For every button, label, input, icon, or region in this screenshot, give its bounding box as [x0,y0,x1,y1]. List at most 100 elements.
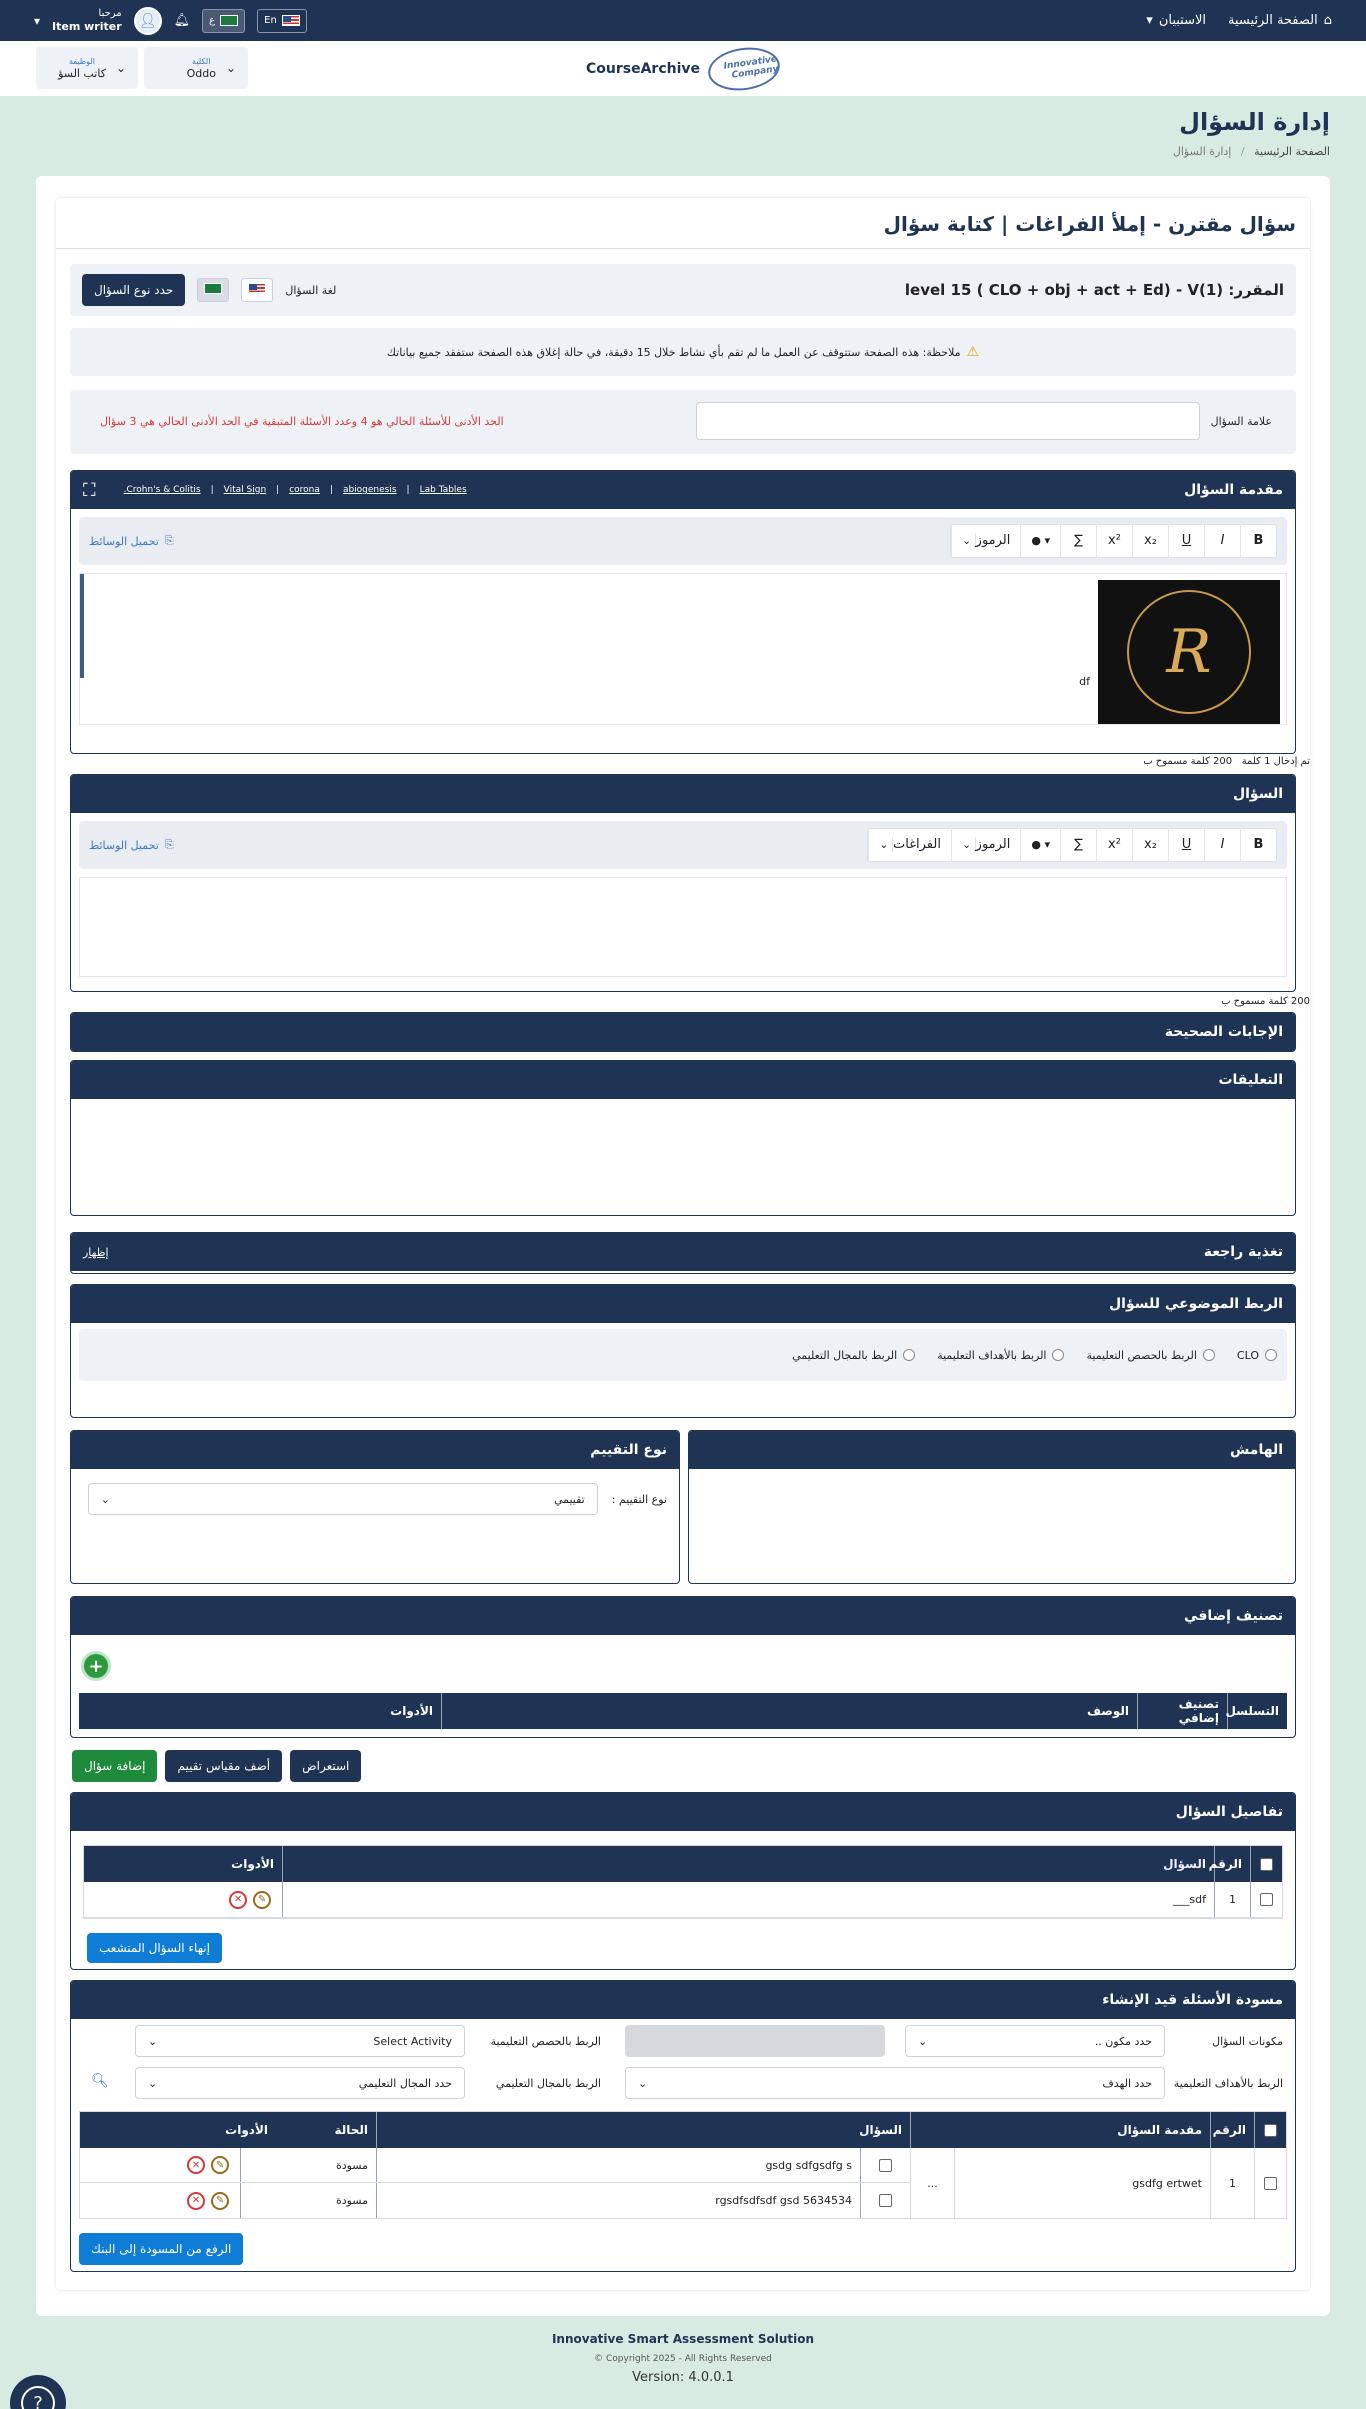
question-editor[interactable] [79,877,1287,977]
preview-button[interactable]: استعراض [290,1750,362,1782]
subscript-button[interactable]: x₂ [1132,524,1168,558]
question-toolbar: B I U x₂ x² ∑ ▾ ● الرموز ⌄ الفراغات ⌄ ⎘ ت… [79,821,1287,869]
italic-button[interactable]: I [1204,828,1240,862]
finish-branched-button[interactable]: إنهاء السؤال المتشعب [87,1933,222,1963]
color-picker[interactable]: ▾ ● [1020,524,1060,558]
fullscreen-icon[interactable]: ⛶ [83,480,96,501]
intro-editor[interactable]: R df [79,573,1287,725]
bold-button[interactable]: B [1240,828,1276,862]
components-select[interactable]: حدد مكون .. ⌄ [905,2025,1165,2057]
edit-icon[interactable]: ✎ [211,2156,229,2174]
company-logo: Innovative Company [705,42,783,95]
margin-editor[interactable] [689,1469,1295,1583]
comments-section: التعليقات [70,1060,1296,1216]
breadcrumb: الصفحة الرئيسية / إدارة السؤال [1172,145,1330,158]
link-abiogenesis[interactable]: abiogenesis [343,485,397,495]
chevron-down-icon: ⌄ [638,2076,648,2090]
mark-row: علامة السؤال الحد الأدنى للأسئلة الحالي … [70,390,1296,454]
symbols-dropdown[interactable]: الرموز ⌄ [950,524,1020,558]
add-question-button[interactable]: إضافة سؤال [72,1750,158,1782]
underline-button[interactable]: U [1168,524,1204,558]
chevron-down-icon: ⌄ [148,2076,158,2090]
radio-objectives[interactable]: الربط بالأهداف التعليمية [937,1349,1065,1362]
card-title: سؤال مقترن - إملأ الفراغات | كتابة سؤال [883,212,1296,236]
select-all-checkbox[interactable] [1264,2123,1277,2137]
sum-button[interactable]: ∑ [1060,828,1096,862]
user-name[interactable]: مرحبا Item writer [52,8,122,33]
row-checkbox[interactable] [1260,1893,1273,1906]
delete-icon[interactable]: ✕ [187,2191,205,2210]
add-rubric-button[interactable]: أضف مقياس تقييم [165,1750,283,1782]
upload-to-bank-button[interactable]: الرفع من المسودة إلى البنك [79,2233,244,2265]
action-buttons: إضافة سؤال أضف مقياس تقييم استعراض [72,1750,362,1782]
select-all-checkbox[interactable] [1260,1857,1273,1871]
row-checkbox[interactable] [879,2158,892,2172]
bold-button[interactable]: B [1240,524,1276,558]
user-menu-chevron-icon[interactable]: ▾ [34,14,40,28]
color-picker[interactable]: ▾ ● [1020,828,1060,862]
warning-icon: ⚠ [966,344,980,360]
superscript-button[interactable]: x² [1096,828,1132,862]
subscript-button[interactable]: x₂ [1132,828,1168,862]
lang-en-button[interactable]: En [257,8,307,33]
table-row: 1 ___sdf ✎ ✕ [84,1882,1282,1918]
domain-select[interactable]: حدد المجال التعليمي ⌄ [135,2067,465,2099]
upload-media-button[interactable]: ⎘ تحميل الوسائط [89,838,174,852]
radio-domain[interactable]: الربط بالمجال التعليمي [792,1349,916,1362]
link-lab-tables[interactable]: Lab Tables [420,485,467,495]
search-icon[interactable]: 🔍︎ [91,2073,109,2089]
lang-sa-option[interactable] [197,278,230,302]
edit-icon[interactable]: ✎ [253,1890,271,1909]
row-checkbox[interactable] [1264,2176,1277,2190]
upload-media-button[interactable]: ⎘ تحميل الوسائط [89,534,174,548]
table-row: rgsdfsdfsdf gsd 5634534 مسودة ✎ ✕ [80,2183,910,2218]
more-button[interactable]: ... [910,2148,954,2218]
nav-home[interactable]: ⌂ الصفحة الرئيسية [1228,13,1332,28]
activity-select[interactable]: Select Activity ⌄ [135,2025,465,2057]
radio-clo[interactable]: CLO [1237,1349,1277,1362]
us-flag-icon [281,15,300,26]
extra-class-table-header: التسلسل تصنيف إضافي الوصف الأدوات [79,1693,1287,1729]
add-classification-icon[interactable]: + [81,1651,111,1681]
link-corona[interactable]: corona [289,485,320,495]
role-select[interactable]: ⌄ الوظيفة كاتب السؤ [36,47,138,89]
sum-button[interactable]: ∑ [1060,524,1096,558]
course-info: المقرر: level 15 ( CLO + obj + act + Ed)… [904,281,1284,299]
eval-type-select[interactable]: تقييمي ⌄ [87,1483,598,1515]
breadcrumb-home[interactable]: الصفحة الرئيسية [1254,145,1330,158]
select-type-button[interactable]: حدد نوع السؤال [82,274,186,306]
avatar[interactable]: 👤︎ [133,6,162,35]
nav-questionnaire[interactable]: الاستبيان ▾ [1146,13,1206,28]
feedback-section: تغذية راجعة إظهار [70,1232,1296,1274]
row-checkbox[interactable] [879,2194,892,2207]
link-vital-sign[interactable]: Vital Sign [224,485,267,495]
top-bar: ⌂ الصفحة الرئيسية الاستبيان ▾ En ع 🔔︎ 👤︎ م… [0,0,1366,41]
sa-flag-icon [220,15,239,26]
comments-editor[interactable] [71,1099,1295,1215]
mark-input[interactable] [696,402,1200,440]
delete-icon[interactable]: ✕ [229,1890,247,1909]
details-section: تفاصيل السؤال الرقم السؤال الأدوات 1 ___… [70,1792,1296,1970]
edit-icon[interactable]: ✎ [211,2191,229,2210]
objective-select[interactable]: حدد الهدف ⌄ [625,2067,1165,2099]
footer: Innovative Smart Assessment Solution Cop… [551,2332,815,2385]
superscript-button[interactable]: x² [1096,524,1132,558]
link-crohns[interactable]: Crohn's & Colitis. [124,485,201,495]
editor-scrollbar[interactable] [80,574,84,678]
radio-lessons[interactable]: الربط بالحصص التعليمية [1086,1349,1215,1362]
delete-icon[interactable]: ✕ [187,2156,205,2174]
notice-box: ⚠ ملاحظة: هذه الصفحة ستتوقف عن العمل ما … [70,328,1296,376]
chevron-down-icon: ⌄ [918,2034,928,2048]
lang-us-option[interactable] [241,278,274,302]
bell-icon[interactable]: 🔔︎ [174,13,191,28]
blanks-dropdown[interactable]: الفراغات ⌄ [868,828,951,862]
feedback-show-link[interactable]: إظهار [83,1246,109,1259]
brand-bar: Innovative Company CourseArchive ⌄ الكلي… [0,41,1366,96]
breadcrumb-current: إدارة السؤال [1172,145,1232,158]
underline-button[interactable]: U [1168,828,1204,862]
college-select[interactable]: ⌄ الكلية Oddo [144,47,248,89]
symbols-dropdown[interactable]: الرموز ⌄ [950,828,1020,862]
italic-button[interactable]: I [1204,524,1240,558]
lang-ar-button[interactable]: ع [202,8,246,33]
question-lang: لغة السؤال حدد نوع السؤال [82,274,336,306]
